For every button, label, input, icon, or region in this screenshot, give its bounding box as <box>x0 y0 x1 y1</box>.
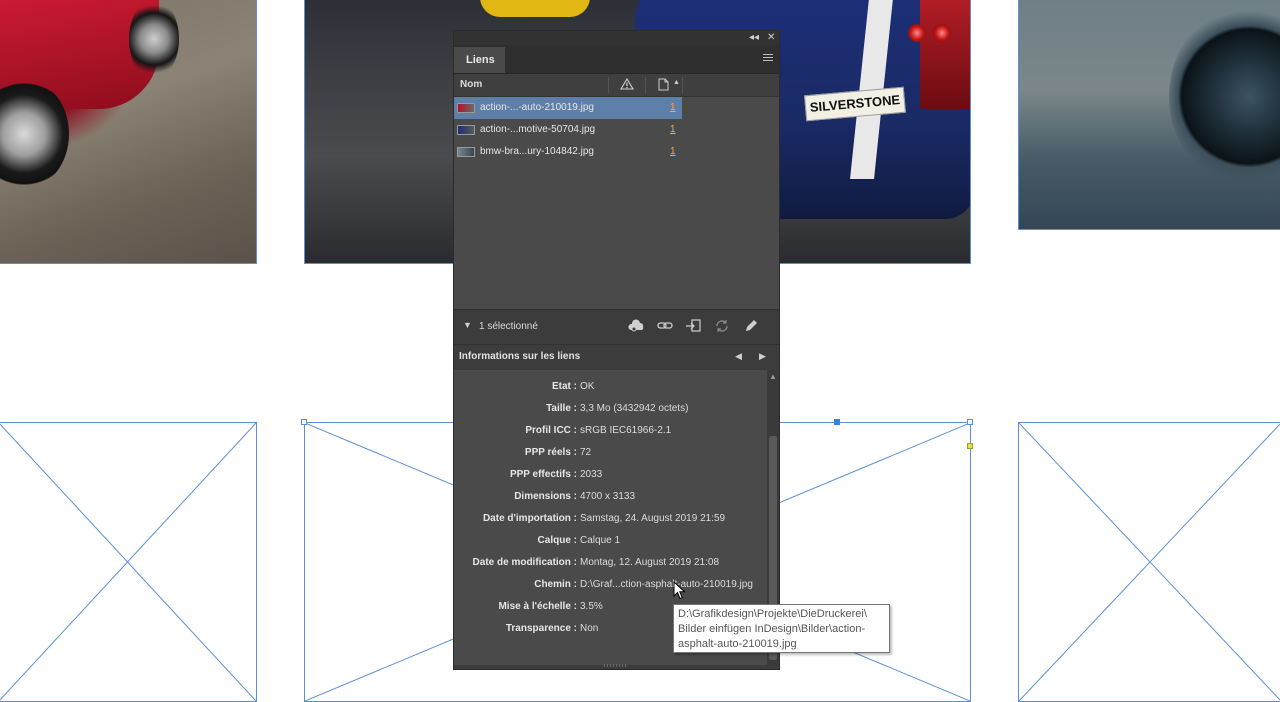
link-thumbnail <box>457 125 475 135</box>
link-row[interactable]: action-...motive-50704.jpg 1 <box>454 119 682 141</box>
tooltip-line: Bilder einfügen InDesign\Bilder\action- <box>678 623 866 635</box>
link-row[interactable]: action-...-auto-210019.jpg 1 <box>454 97 682 119</box>
link-info-header: Informations sur les liens ◀ ▶ <box>454 344 779 367</box>
column-name[interactable]: Nom <box>460 79 482 90</box>
column-divider <box>682 77 683 93</box>
link-thumbnail <box>457 103 475 113</box>
page-icon[interactable] <box>658 78 669 94</box>
chevron-down-icon[interactable]: ▼ <box>463 320 472 330</box>
info-label: Etat : <box>552 381 577 392</box>
link-name: bmw-bra...ury-104842.jpg <box>480 146 594 157</box>
close-icon[interactable]: ✕ <box>767 32 775 44</box>
info-row-dimensions: Dimensions :4700 x 3133 <box>454 491 767 507</box>
previous-link-icon[interactable]: ◀ <box>735 351 742 362</box>
yellow-car <box>480 0 590 17</box>
info-row-modified-date: Date de modification : Montag, 12. August… <box>454 557 767 573</box>
info-row-effective-ppi: PPP effectifs :2033 <box>454 469 767 485</box>
info-value: 3,3 Mo (3432942 octets) <box>580 403 689 414</box>
sort-arrow-icon[interactable]: ▲ <box>673 79 680 86</box>
tab-liens[interactable]: Liens <box>454 47 505 73</box>
relink-icon[interactable] <box>657 318 673 334</box>
empty-graphic-frame[interactable] <box>0 422 257 702</box>
info-row-actual-ppi: PPP réels :72 <box>454 447 767 463</box>
tail-light <box>933 24 951 42</box>
info-value: sRGB IEC61966-2.1 <box>580 425 672 436</box>
motorcycle-wheel <box>1169 4 1280 189</box>
info-label: Profil ICC : <box>525 425 577 436</box>
column-divider <box>645 77 646 93</box>
link-thumbnail <box>457 147 475 157</box>
update-link-icon[interactable] <box>714 318 730 334</box>
link-name: action-...motive-50704.jpg <box>480 124 596 135</box>
link-page-number[interactable]: 1 <box>670 102 676 113</box>
info-value: Non <box>580 623 599 634</box>
mouse-cursor-icon <box>673 581 686 600</box>
links-toolbar: ▼ 1 sélectionné <box>454 309 779 344</box>
panel-menu-icon[interactable] <box>763 54 773 63</box>
info-label: Transparence : <box>505 623 577 634</box>
info-value: 2033 <box>580 469 603 480</box>
info-value: OK <box>580 381 595 392</box>
selection-handle[interactable] <box>834 419 840 425</box>
red-car-partial <box>920 0 970 109</box>
link-page-number[interactable]: 1 <box>670 146 676 157</box>
car-wheel <box>129 0 179 79</box>
link-info-title: Informations sur les liens <box>459 351 581 362</box>
resize-grip-icon[interactable] <box>604 664 628 667</box>
link-name: action-...-auto-210019.jpg <box>480 102 594 113</box>
collapse-icon[interactable]: ◂◂ <box>749 32 759 44</box>
links-list: action-...-auto-210019.jpg 1 action-...m… <box>454 97 779 309</box>
placed-image-red-car[interactable] <box>0 0 257 264</box>
placed-image-motorcycle[interactable] <box>1018 0 1280 230</box>
empty-graphic-frame[interactable] <box>1018 422 1280 702</box>
links-column-header: Nom ▲ <box>454 74 779 97</box>
tooltip-line: D:\Grafikdesign\Projekte\DieDruckerei\ <box>678 608 867 620</box>
cloud-link-icon[interactable] <box>627 318 644 334</box>
info-value: Samstag, 24. August 2019 21:59 <box>580 513 726 524</box>
info-label: Calque : <box>537 535 577 546</box>
info-row-icc: Profil ICC : sRGB IEC61966-2.1 <box>454 425 767 441</box>
link-row[interactable]: bmw-bra...ury-104842.jpg 1 <box>454 141 682 163</box>
info-label: PPP effectifs : <box>509 469 577 480</box>
info-label: Dimensions : <box>514 491 577 502</box>
frame-fitting-handle[interactable] <box>967 443 973 449</box>
info-value: Montag, 12. August 2019 21:08 <box>580 557 719 568</box>
info-label: Date de modification : <box>472 557 577 568</box>
info-row-size: Taille :3,3 Mo (3432942 octets) <box>454 403 767 419</box>
selection-handle[interactable] <box>301 419 307 425</box>
info-value: 4700 x 3133 <box>580 491 636 502</box>
links-panel: ◂◂ ✕ Liens Nom ▲ action-...-auto-210019.… <box>453 30 780 670</box>
go-to-link-icon[interactable] <box>685 318 701 334</box>
info-label: Chemin : <box>534 579 577 590</box>
path-tooltip: D:\Grafikdesign\Projekte\DieDruckerei\ B… <box>673 604 890 653</box>
info-label: Mise à l'échelle : <box>498 601 577 612</box>
info-row-path[interactable]: Chemin : D:\Graf...ction-asphalt-auto-210… <box>454 579 767 595</box>
warning-icon[interactable] <box>620 77 634 93</box>
info-value: 72 <box>580 447 592 458</box>
selection-handle[interactable] <box>967 419 973 425</box>
panel-tabbar: Liens <box>454 45 779 74</box>
info-label: PPP réels : <box>524 447 577 458</box>
next-link-icon[interactable]: ▶ <box>759 351 766 362</box>
tail-light <box>908 24 926 42</box>
info-row-import-date: Date d'importation : Samstag, 24. August … <box>454 513 767 529</box>
edit-original-icon[interactable] <box>743 318 759 334</box>
info-value: 3.5% <box>580 601 603 612</box>
info-row-status: Etat : OK <box>454 381 767 397</box>
info-value: Calque 1 <box>580 535 621 546</box>
link-page-number[interactable]: 1 <box>670 124 676 135</box>
info-value-path[interactable]: D:\Graf...ction-asphalt-auto-210019.jpg <box>580 579 753 590</box>
info-label: Taille : <box>546 403 577 414</box>
panel-titlebar[interactable]: ◂◂ ✕ <box>454 31 779 45</box>
selection-count: 1 sélectionné <box>479 321 538 332</box>
info-row-layer: Calque : Calque 1 <box>454 535 767 551</box>
scroll-up-icon[interactable]: ▲ <box>769 372 777 381</box>
tooltip-line: asphalt-auto-210019.jpg <box>678 638 797 650</box>
column-divider <box>608 77 609 93</box>
info-label: Date d'importation : <box>482 513 577 524</box>
